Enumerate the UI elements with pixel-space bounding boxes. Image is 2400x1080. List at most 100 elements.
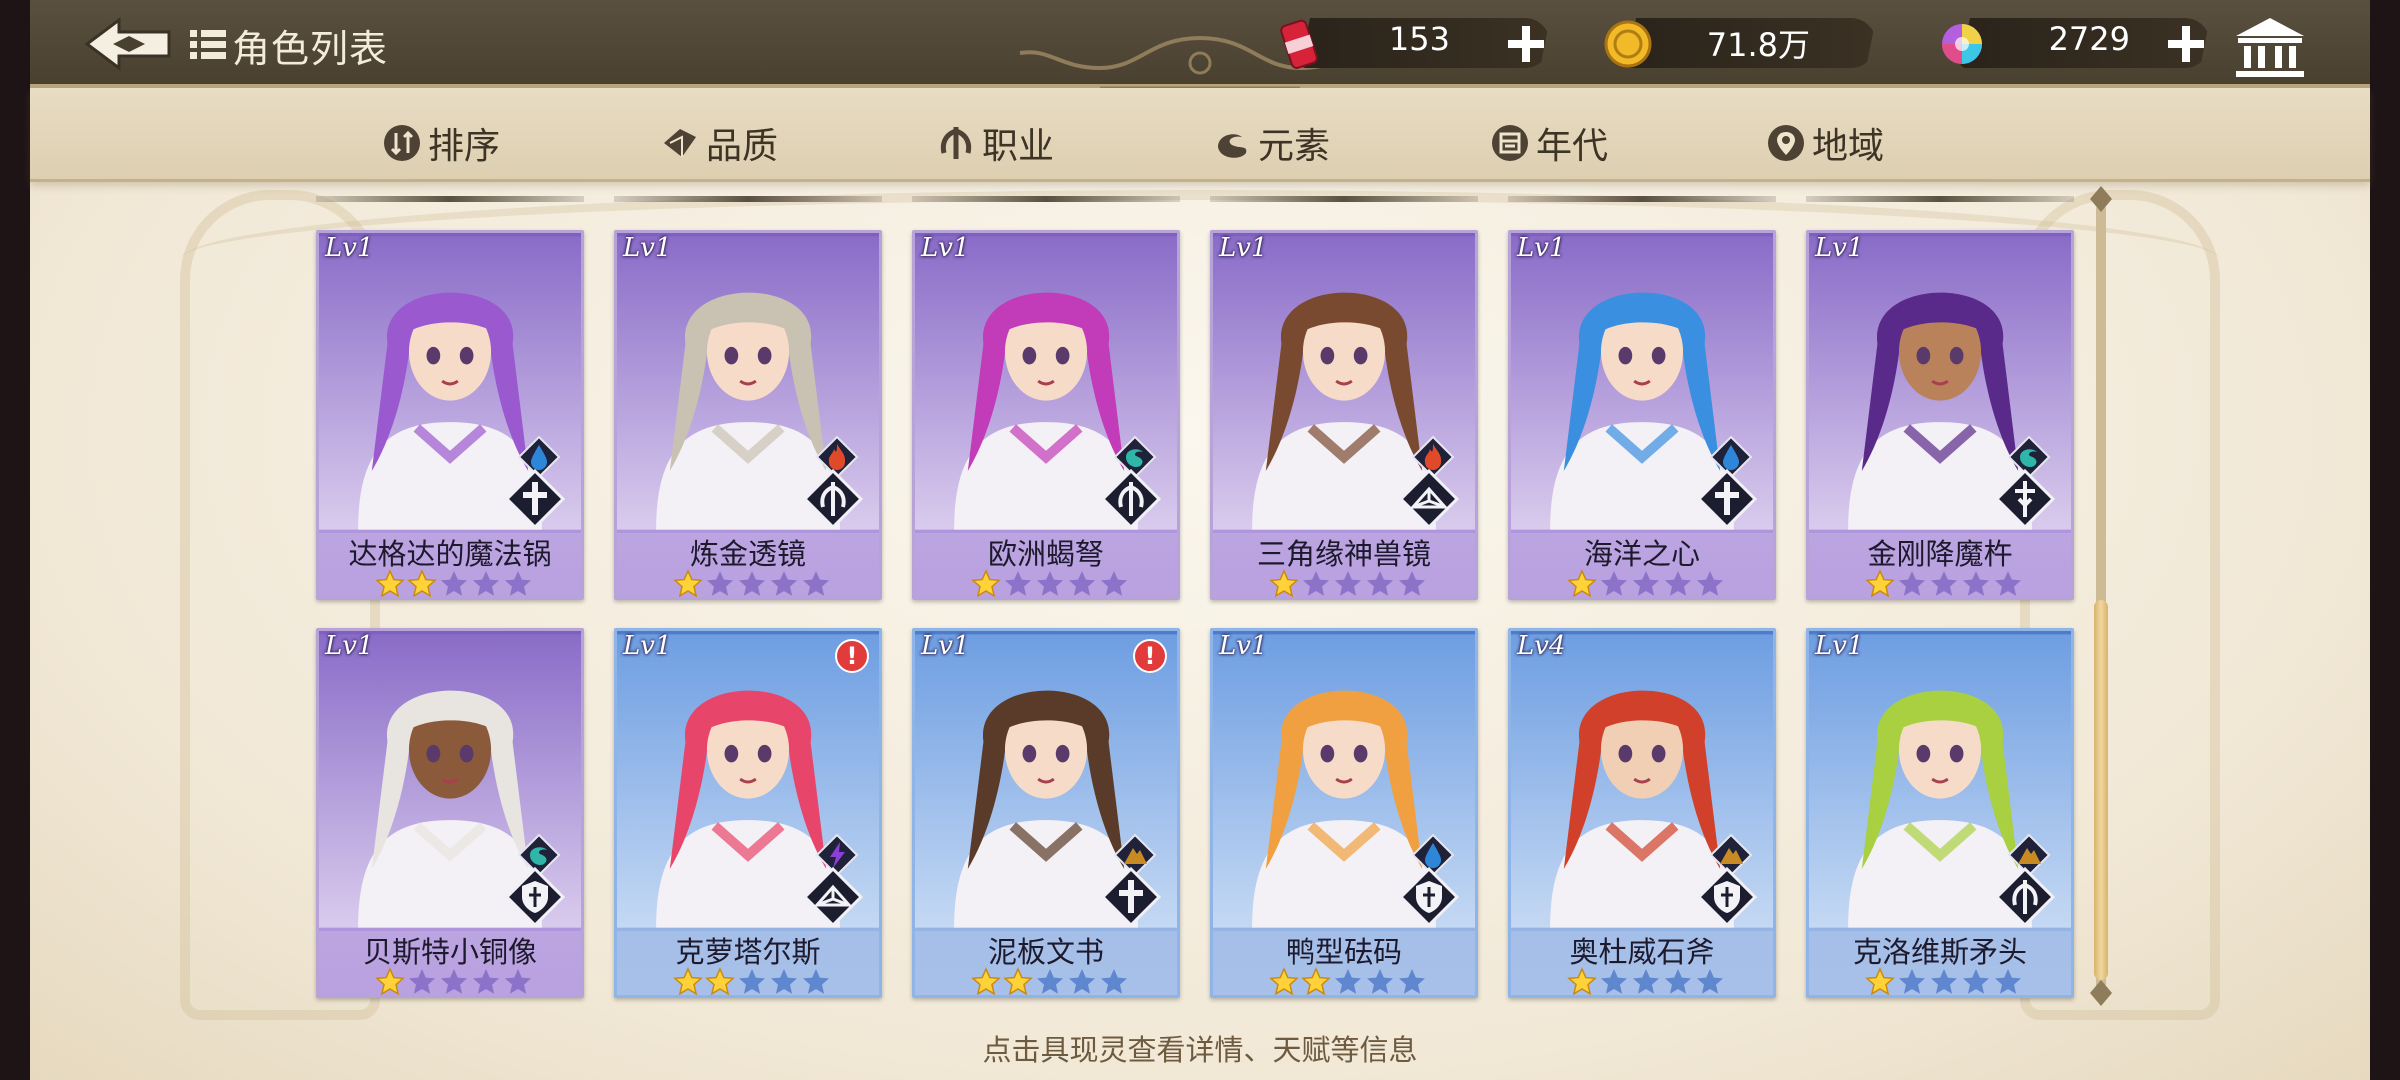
cross-class-icon xyxy=(1697,469,1757,529)
level-label: Lv4 xyxy=(1517,631,1566,661)
character-name: 奥杜威石斧 xyxy=(1569,935,1715,969)
star-empty-icon xyxy=(739,969,765,994)
shield-class-icon xyxy=(1399,867,1459,927)
tab-element-label: 元素 xyxy=(1258,126,1331,167)
level-label: Lv1 xyxy=(623,233,672,263)
character-card[interactable]: Lv1 鸭型砝码 xyxy=(1210,628,1478,998)
star-empty-icon xyxy=(1335,571,1361,596)
star-empty-icon xyxy=(1899,571,1925,596)
star-empty-icon xyxy=(1963,969,1989,994)
tab-quality[interactable]: 品质 xyxy=(660,118,778,168)
tab-region-label: 地域 xyxy=(1812,126,1885,167)
level-label: Lv1 xyxy=(325,233,374,263)
star-rating xyxy=(971,569,1129,597)
tab-class[interactable]: 职业 xyxy=(936,118,1054,168)
character-card[interactable]: Lv1! 泥板文书 xyxy=(912,628,1180,998)
level-label: Lv1 xyxy=(1219,233,1268,263)
tab-sort[interactable]: 排序 xyxy=(382,118,500,168)
star-rating xyxy=(1567,569,1725,597)
sword-class-icon xyxy=(1995,469,2055,529)
character-name: 鸭型砝码 xyxy=(1285,935,1402,969)
tab-era[interactable]: 年代 xyxy=(1490,118,1608,168)
character-card[interactable]: Lv1 海洋之心 xyxy=(1508,230,1776,600)
star-empty-icon xyxy=(1601,969,1627,994)
character-card[interactable]: Lv4 奥杜威石斧 xyxy=(1508,628,1776,998)
star-empty-icon xyxy=(1399,571,1425,596)
character-card[interactable]: Lv1 炼金透镜 xyxy=(614,230,882,600)
cross-class-icon xyxy=(1101,867,1161,927)
element-icon xyxy=(1218,134,1247,158)
character-name: 三角缘神兽镜 xyxy=(1256,537,1431,571)
star-empty-icon xyxy=(505,969,531,994)
star-rating xyxy=(1567,967,1725,995)
character-name: 达格达的魔法锅 xyxy=(348,537,552,571)
star-filled-icon xyxy=(673,569,703,597)
star-empty-icon xyxy=(1601,571,1627,596)
star-empty-icon xyxy=(1931,969,1957,994)
back-button[interactable] xyxy=(80,12,176,76)
star-filled-icon xyxy=(1301,967,1331,995)
level-label: Lv1 xyxy=(1815,631,1864,661)
page-title: 角色列表 xyxy=(232,27,389,71)
trident-class-icon xyxy=(803,469,863,529)
column-divider xyxy=(1508,196,1776,202)
add-gems-button[interactable] xyxy=(2166,24,2206,64)
level-label: Lv1 xyxy=(921,233,970,263)
star-empty-icon xyxy=(409,969,435,994)
star-empty-icon xyxy=(1931,571,1957,596)
star-empty-icon xyxy=(1697,969,1723,994)
star-empty-icon xyxy=(803,969,829,994)
character-card[interactable]: Lv1 金刚降魔杵 xyxy=(1806,230,2074,600)
back-arrow-icon xyxy=(84,17,171,71)
star-empty-icon xyxy=(1101,969,1127,994)
character-card[interactable]: Lv1 欧洲蝎弩 xyxy=(912,230,1180,600)
star-empty-icon xyxy=(1367,571,1393,596)
alert-badge-icon: ! xyxy=(835,639,869,673)
star-empty-icon xyxy=(771,571,797,596)
character-card[interactable]: Lv1 达格达的魔法锅 xyxy=(316,230,584,600)
list-icon xyxy=(190,30,226,59)
trident-class-icon xyxy=(1995,867,2055,927)
star-empty-icon xyxy=(1367,969,1393,994)
star-empty-icon xyxy=(473,969,499,994)
character-card[interactable]: Lv1! 克萝塔尔斯 xyxy=(614,628,882,998)
star-empty-icon xyxy=(1037,969,1063,994)
star-empty-icon xyxy=(1995,969,2021,994)
soda-can-icon xyxy=(1280,19,1318,69)
star-empty-icon xyxy=(1069,969,1095,994)
character-name: 炼金透镜 xyxy=(689,537,806,571)
character-card[interactable]: Lv1 贝斯特小铜像 xyxy=(316,628,584,998)
character-card[interactable]: Lv1 三角缘神兽镜 xyxy=(1210,230,1478,600)
star-empty-icon xyxy=(1899,969,1925,994)
tab-quality-label: 品质 xyxy=(706,126,779,167)
column-divider xyxy=(912,196,1180,202)
alert-badge-icon: ! xyxy=(1133,639,1167,673)
scrollbar-thumb[interactable] xyxy=(2094,600,2108,980)
bank-icon[interactable] xyxy=(2232,16,2308,80)
star-empty-icon xyxy=(803,571,829,596)
quality-icon xyxy=(664,129,696,157)
star-rating xyxy=(1865,569,2023,597)
character-name: 海洋之心 xyxy=(1583,537,1700,571)
tab-region[interactable]: 地域 xyxy=(1766,118,1884,168)
star-filled-icon xyxy=(1269,569,1299,597)
star-empty-icon xyxy=(1101,571,1127,596)
star-filled-icon xyxy=(1567,569,1597,597)
star-filled-icon xyxy=(407,569,437,597)
star-empty-icon xyxy=(441,969,467,994)
level-label: Lv1 xyxy=(1517,233,1566,263)
character-card[interactable]: Lv1 克洛维斯矛头 xyxy=(1806,628,2074,998)
star-filled-icon xyxy=(673,967,703,995)
star-rating xyxy=(375,967,533,995)
character-name: 欧洲蝎弩 xyxy=(987,537,1104,571)
book-class-icon xyxy=(1399,469,1459,529)
star-empty-icon xyxy=(1633,969,1659,994)
character-name: 泥板文书 xyxy=(987,935,1104,969)
tab-element[interactable]: 元素 xyxy=(1212,118,1330,168)
level-label: Lv1 xyxy=(921,631,970,661)
stamina-value: 153 xyxy=(1388,20,1450,58)
gold-coin-icon xyxy=(1604,20,1652,68)
star-empty-icon xyxy=(1037,571,1063,596)
add-stamina-button[interactable] xyxy=(1506,24,1546,64)
star-filled-icon xyxy=(1865,569,1895,597)
